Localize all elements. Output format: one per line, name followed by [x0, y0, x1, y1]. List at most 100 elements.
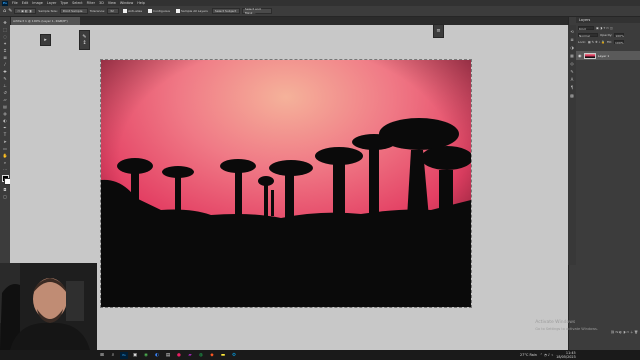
gradient-tool-icon[interactable]: ▤ — [2, 104, 8, 109]
brush-settings-icon[interactable]: ✎ ↕ — [79, 30, 90, 50]
baobab-sunset-photo — [101, 60, 471, 307]
blend-opacity-row: Normal Opacity: 100% — [578, 32, 638, 38]
menu-item-file[interactable]: File — [10, 1, 20, 5]
app-icon[interactable]: ◆ — [208, 352, 216, 359]
menu-item-window[interactable]: Window — [118, 1, 135, 5]
checkbox-icon — [123, 9, 128, 13]
play-icon[interactable]: ▸ — [40, 34, 51, 46]
healing-brush-tool-icon[interactable]: ✚ — [2, 69, 8, 74]
checkbox-icon — [176, 9, 180, 13]
properties-icon[interactable]: ≣ — [569, 37, 575, 42]
anti-alias-label: Anti-alias — [128, 9, 143, 13]
document-tab-bar: Artifact 1 @ 100% (Layer 1, RGB/8*) — [10, 17, 568, 25]
eye-icon[interactable]: ◉ — [578, 53, 582, 58]
character-icon[interactable]: A — [569, 77, 575, 82]
sample-size-dropdown[interactable]: Point Sample — [59, 8, 88, 14]
chrome-icon[interactable]: ◉ — [142, 352, 150, 359]
home-icon[interactable]: ⌂ — [3, 8, 6, 14]
menu-item-filter[interactable]: Filter — [85, 1, 97, 5]
swatches-icon[interactable]: ▩ — [569, 93, 575, 98]
menu-item-3d[interactable]: 3D — [97, 1, 106, 5]
rectangle-tool-icon[interactable]: ▭ — [2, 146, 8, 151]
activate-windows-watermark: Activate Windows Go to Settings to activ… — [535, 320, 598, 332]
brush-icon[interactable]: ✎ — [8, 8, 12, 14]
premiere-icon[interactable]: ▰ — [186, 352, 194, 359]
clone-stamp-tool-icon[interactable]: ⊥ — [2, 83, 8, 88]
history-icon[interactable]: ⟲ — [569, 29, 575, 34]
libraries-icon[interactable]: ▦ — [569, 53, 575, 58]
filter-icons[interactable]: ▣ ◑ T ▭ ◫ — [596, 26, 613, 30]
clock[interactable]: 11:45 18/05/2023 — [556, 351, 576, 359]
document-image[interactable] — [100, 59, 472, 308]
select-subject-button[interactable]: Select Subject — [211, 8, 240, 14]
weather-widget[interactable]: 27°C Rain — [520, 353, 537, 357]
crop-tool-icon[interactable]: ⌗ — [2, 48, 8, 53]
menu-item-select[interactable]: Select — [70, 1, 84, 5]
folder-icon[interactable]: ▬ — [219, 352, 227, 359]
type-tool-icon[interactable]: T — [2, 132, 8, 137]
photoshop-taskbar-icon[interactable]: Ps — [120, 351, 128, 359]
eyedropper-tool-icon[interactable]: ⁄ — [2, 62, 8, 67]
panel-toggle-icon[interactable]: ≡ — [433, 24, 444, 38]
magic-wand-tool-icon[interactable]: ✦ — [2, 41, 8, 46]
marquee-tool-icon[interactable]: ⬚ — [2, 27, 8, 32]
layer-name[interactable]: Layer 1 — [598, 54, 609, 58]
tolerance-label: Tolerance: — [89, 9, 106, 13]
media-app-icon[interactable]: ● — [175, 352, 183, 359]
channels-icon[interactable]: ◎ — [569, 61, 575, 66]
adjustments-icon[interactable]: ◑ — [569, 45, 575, 50]
menu-item-layer[interactable]: Layer — [45, 1, 58, 5]
quick-mask-icon[interactable]: ◘ — [2, 187, 8, 192]
sample-all-layers-checkbox[interactable]: Sample All Layers — [174, 8, 210, 14]
menu-item-edit[interactable]: Edit — [20, 1, 31, 5]
history-brush-tool-icon[interactable]: ↺ — [2, 90, 8, 95]
edge-icon[interactable]: ◐ — [153, 352, 161, 359]
settings-icon[interactable]: ⚙ — [230, 352, 238, 359]
spotify-icon[interactable]: ◍ — [197, 352, 205, 359]
document-tab[interactable]: Artifact 1 @ 100% (Layer 1, RGB/8*) — [10, 17, 80, 25]
opacity-input[interactable]: 100% — [614, 32, 625, 38]
search-icon[interactable]: ⌕ — [109, 352, 117, 359]
sample-size-label: Sample Size: — [38, 9, 58, 13]
paths-icon[interactable]: ✎ — [569, 69, 575, 74]
menu-item-type[interactable]: Type — [58, 1, 70, 5]
panel-icon-strip: ⟲ ≣ ◑ ▦ ◎ ✎ A ¶ ▩ — [568, 25, 576, 265]
menu-item-help[interactable]: Help — [135, 1, 147, 5]
frame-tool-icon[interactable]: ⊠ — [2, 55, 8, 60]
layer-row[interactable]: ◉ Layer 1 — [576, 51, 640, 60]
opacity-label: Opacity: — [600, 32, 613, 37]
zoom-tool-icon[interactable]: ⌕ — [2, 160, 8, 165]
tolerance-input[interactable]: 32 — [107, 8, 120, 14]
more-tools-icon[interactable]: ⋯ — [2, 167, 8, 172]
lock-label: Lock: — [578, 39, 586, 44]
lock-icons[interactable]: ▦ ✎ ✥ ⌗ 🔒 — [588, 40, 605, 44]
blend-mode-dropdown[interactable]: Normal — [578, 32, 598, 38]
move-tool-icon[interactable]: ✥ — [2, 20, 8, 25]
pen-tool-icon[interactable]: ✒ — [2, 125, 8, 130]
select-and-mask-button[interactable]: Select and Mask... — [241, 7, 272, 15]
brush-tool-icon[interactable]: ✎ — [2, 76, 8, 81]
lasso-tool-icon[interactable]: ◌ — [2, 34, 8, 39]
tray-icons[interactable]: ⌃ ◔ ♪ ⌁ — [540, 353, 553, 357]
layer-footer-icons[interactable]: ⛓ fx ◐ ◑ ▭ ＋ 🗑 — [611, 330, 638, 334]
menu-item-view[interactable]: View — [106, 1, 118, 5]
contiguous-checkbox[interactable]: Contiguous — [146, 8, 172, 14]
menu-item-image[interactable]: Image — [30, 1, 45, 5]
screen-mode-icon[interactable]: ▢ — [2, 194, 8, 199]
kind-filter-dropdown[interactable]: Kind — [578, 25, 594, 31]
hand-tool-icon[interactable]: ✋ — [2, 153, 8, 158]
path-selection-tool-icon[interactable]: ➤ — [2, 139, 8, 144]
sample-all-layers-label: Sample All Layers — [181, 9, 208, 13]
anti-alias-checkbox[interactable]: Anti-alias — [121, 8, 144, 14]
blur-tool-icon[interactable]: ◍ — [2, 111, 8, 116]
activate-windows-subtitle: Go to Settings to activate Windows. — [535, 327, 598, 331]
store-icon[interactable]: ▤ — [164, 352, 172, 359]
fill-input[interactable]: 100% — [614, 39, 624, 45]
eraser-tool-icon[interactable]: ▱ — [2, 97, 8, 102]
layers-panel-title[interactable]: Layers — [576, 17, 640, 23]
file-explorer-icon[interactable]: ▣ — [131, 352, 139, 359]
paragraph-icon[interactable]: ¶ — [569, 85, 575, 90]
dodge-tool-icon[interactable]: ◐ — [2, 118, 8, 123]
selection-mode-group[interactable]: ▭ ▣ ◧ ◨ — [14, 8, 37, 14]
windows-start-icon[interactable]: ⊞ — [98, 352, 106, 359]
